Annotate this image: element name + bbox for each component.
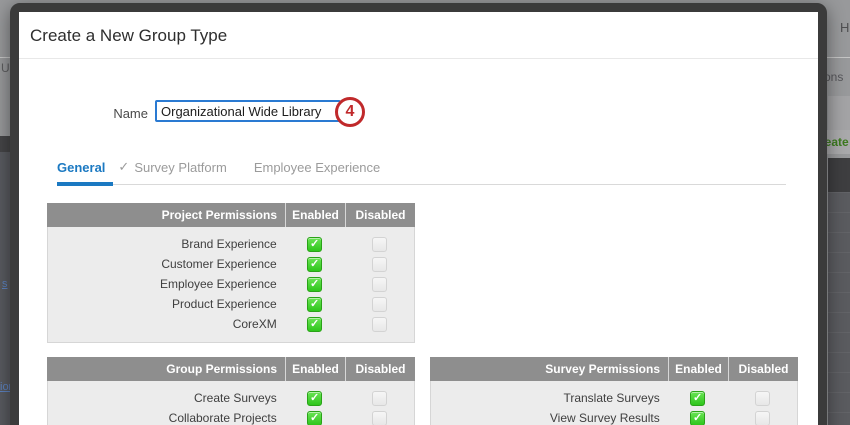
enabled-column-header: Enabled [285,203,345,227]
permission-label: Employee Experience [48,277,285,291]
permission-label: Product Experience [48,297,285,311]
disabled-checkbox-unchecked[interactable] [372,237,387,252]
table-body: Translate Surveys ✓ View Survey Results … [430,381,798,425]
table-body: Brand Experience ✓ Customer Experience ✓… [47,227,415,343]
enabled-checkbox-checked[interactable]: ✓ [307,411,322,425]
table-row: Translate Surveys ✓ [431,388,797,408]
permission-label: Collaborate Projects [48,411,285,425]
permission-label: Brand Experience [48,237,285,251]
tab-employee-experience[interactable]: Employee Experience [254,160,380,175]
checkmark-icon: ✓ [118,159,129,175]
modal-tabs: General ✓ Survey Platform Employee Exper… [57,159,380,175]
group-permissions-table: Group Permissions Enabled Disabled Creat… [47,357,415,425]
enabled-checkbox-checked[interactable]: ✓ [307,237,322,252]
disabled-checkbox-unchecked[interactable] [372,317,387,332]
tab-general[interactable]: General [57,160,105,175]
enabled-checkbox-checked[interactable]: ✓ [307,257,322,272]
name-field-label: Name [78,106,148,121]
permission-label: Translate Surveys [431,391,668,405]
disabled-checkbox-unchecked[interactable] [372,297,387,312]
enabled-column-header: Enabled [285,357,345,381]
background-table-header-right [828,158,850,192]
disabled-checkbox-unchecked[interactable] [372,411,387,425]
disabled-checkbox-unchecked[interactable] [755,391,770,406]
enabled-checkbox-checked[interactable]: ✓ [307,297,322,312]
table-row: Customer Experience ✓ [48,254,414,274]
table-body: Create Surveys ✓ Collaborate Projects ✓ [47,381,415,425]
disabled-column-header: Disabled [345,203,415,227]
table-header-title: Group Permissions [47,357,285,381]
background-table-rows-right [828,192,850,425]
enabled-checkbox-checked[interactable]: ✓ [307,391,322,406]
project-permissions-table: Project Permissions Enabled Disabled Bra… [47,203,415,343]
table-row: Brand Experience ✓ [48,234,414,254]
table-row: View Survey Results ✓ [431,408,797,425]
table-row: Product Experience ✓ [48,294,414,314]
enabled-checkbox-checked[interactable]: ✓ [690,411,705,425]
annotation-step-4-badge: 4 [335,97,365,127]
screen: Us s ion H ons reate Create a New Group … [0,0,850,425]
disabled-checkbox-unchecked[interactable] [372,277,387,292]
disabled-column-header: Disabled [345,357,415,381]
table-row: Create Surveys ✓ [48,388,414,408]
disabled-checkbox-unchecked[interactable] [755,411,770,425]
table-header-row: Project Permissions Enabled Disabled [47,203,415,227]
background-text-help: H [840,20,849,35]
name-input[interactable] [155,100,341,122]
permission-label: View Survey Results [431,411,668,425]
disabled-checkbox-unchecked[interactable] [372,391,387,406]
tabs-divider [57,184,786,185]
table-row: CoreXM ✓ [48,314,414,334]
tab-survey-platform[interactable]: Survey Platform [134,160,226,175]
table-header-row: Group Permissions Enabled Disabled [47,357,415,381]
table-header-row: Survey Permissions Enabled Disabled [430,357,798,381]
background-panel-right [828,96,850,130]
table-row: Collaborate Projects ✓ [48,408,414,425]
enabled-checkbox-checked[interactable]: ✓ [307,317,322,332]
permission-label: CoreXM [48,317,285,331]
create-group-type-modal: Create a New Group Type Name 4 General ✓… [10,3,827,425]
enabled-checkbox-checked[interactable]: ✓ [307,277,322,292]
modal-title-divider [19,58,818,59]
permission-label: Customer Experience [48,257,285,271]
background-link-fragment[interactable]: s [2,278,8,290]
modal-title: Create a New Group Type [30,26,227,46]
enabled-column-header: Enabled [668,357,728,381]
enabled-checkbox-checked[interactable]: ✓ [690,391,705,406]
permission-label: Create Surveys [48,391,285,405]
survey-permissions-table: Survey Permissions Enabled Disabled Tran… [430,357,798,425]
disabled-column-header: Disabled [728,357,798,381]
table-header-title: Project Permissions [47,203,285,227]
disabled-checkbox-unchecked[interactable] [372,257,387,272]
table-row: Employee Experience ✓ [48,274,414,294]
active-tab-underline [57,182,113,186]
table-header-title: Survey Permissions [430,357,668,381]
